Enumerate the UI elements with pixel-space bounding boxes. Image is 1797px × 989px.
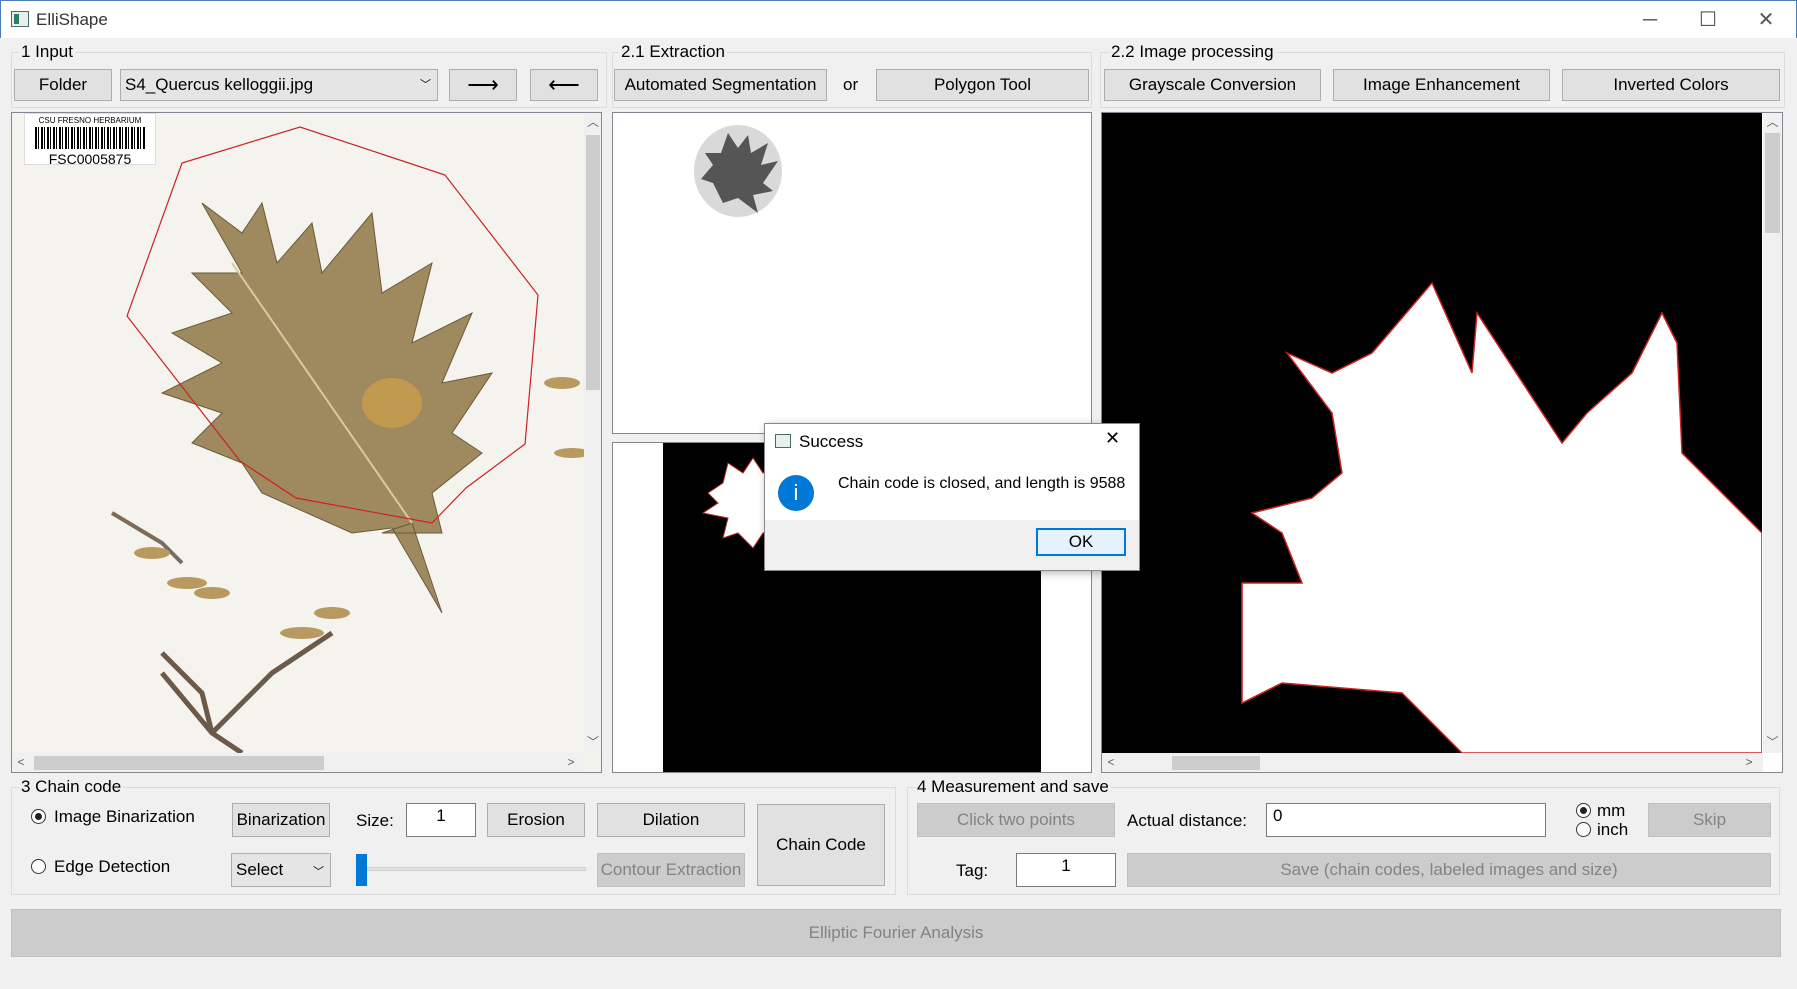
save-button[interactable]: Save (chain codes, labeled images and si… — [1127, 853, 1771, 887]
success-dialog: Success ✕ i Chain code is closed, and le… — [764, 423, 1140, 571]
automated-segmentation-button[interactable]: Automated Segmentation — [614, 69, 827, 101]
image-binarization-label[interactable]: Image Binarization — [54, 807, 195, 827]
input-horizontal-scrollbar[interactable]: < > — [12, 753, 584, 772]
chain-code-button[interactable]: Chain Code — [757, 804, 885, 886]
scroll-thumb[interactable] — [34, 756, 324, 770]
erosion-button[interactable]: Erosion — [487, 803, 585, 837]
input-group-label: 1 Input — [19, 42, 75, 62]
input-vertical-scrollbar[interactable]: ︿ ﹀ — [584, 113, 601, 753]
processing-vertical-scrollbar[interactable]: ︿ ﹀ — [1763, 113, 1782, 753]
dialog-close-icon[interactable]: ✕ — [1105, 428, 1120, 449]
previous-image-button[interactable]: ⟵ — [530, 69, 598, 101]
scroll-thumb[interactable] — [1172, 756, 1260, 770]
chain-code-group-label: 3 Chain code — [19, 777, 124, 797]
inverted-colors-button[interactable]: Inverted Colors — [1562, 69, 1780, 101]
unit-mm-radio[interactable] — [1576, 803, 1591, 818]
tag-input[interactable]: 1 — [1016, 853, 1116, 887]
scroll-thumb[interactable] — [1765, 133, 1780, 233]
close-button[interactable]: ✕ — [1737, 1, 1795, 39]
processing-group-label: 2.2 Image processing — [1109, 42, 1276, 62]
barcode-org-text: CSU FRESNO HERBARIUM — [38, 116, 142, 125]
next-image-button[interactable]: ⟶ — [449, 69, 517, 101]
barcode-id-text: FSC0005875 — [48, 151, 132, 167]
app-icon — [11, 11, 29, 27]
herbarium-specimen-image — [12, 113, 584, 753]
processed-binary-image — [1102, 113, 1762, 753]
input-image-panel[interactable]: CSU FRESNO HERBARIUM FSC0005875 ︿ ﹀ < > — [11, 112, 602, 773]
window-title: ElliShape — [36, 10, 108, 29]
specimen-barcode-label: CSU FRESNO HERBARIUM FSC0005875 — [24, 113, 156, 167]
dilation-button[interactable]: Dilation — [597, 803, 745, 837]
scroll-thumb[interactable] — [586, 135, 600, 390]
maximize-button[interactable]: ☐ — [1679, 1, 1737, 39]
polygon-tool-button[interactable]: Polygon Tool — [876, 69, 1089, 101]
image-enhancement-button[interactable]: Image Enhancement — [1333, 69, 1550, 101]
processing-image-panel[interactable]: ︿ ﹀ < > — [1101, 112, 1783, 773]
scroll-down-icon[interactable]: ﹀ — [584, 733, 601, 750]
dialog-message: Chain code is closed, and length is 9588 — [838, 475, 1126, 492]
size-input[interactable]: 1 — [406, 803, 476, 837]
edge-method-select[interactable]: Select ﹀ — [231, 853, 331, 887]
scroll-right-icon[interactable]: > — [564, 755, 578, 769]
or-label: or — [843, 75, 859, 94]
ok-button[interactable]: OK — [1036, 528, 1126, 556]
chevron-down-icon: ﹀ — [313, 866, 324, 878]
scroll-left-icon[interactable]: < — [14, 755, 28, 769]
edge-method-value: Select — [236, 860, 284, 879]
unit-mm-label[interactable]: mm — [1597, 801, 1625, 821]
unit-inch-label[interactable]: inch — [1597, 820, 1628, 840]
dialog-button-bar: OK — [765, 520, 1139, 570]
edge-detection-label[interactable]: Edge Detection — [54, 857, 170, 877]
folder-button[interactable]: Folder — [14, 69, 112, 101]
elliptic-fourier-analysis-button[interactable]: Elliptic Fourier Analysis — [11, 909, 1781, 957]
scroll-left-icon[interactable]: < — [1104, 755, 1118, 769]
file-select[interactable]: S4_Quercus kelloggii.jpg ﹀ — [120, 69, 438, 101]
unit-inch-radio[interactable] — [1576, 822, 1591, 837]
file-select-value: S4_Quercus kelloggii.jpg — [125, 75, 314, 94]
scroll-right-icon[interactable]: > — [1742, 755, 1756, 769]
click-two-points-button[interactable]: Click two points — [917, 803, 1115, 837]
threshold-slider-handle[interactable] — [356, 854, 367, 886]
minimize-button[interactable]: ─ — [1621, 1, 1679, 39]
extraction-group-label: 2.1 Extraction — [619, 42, 727, 62]
binarization-button[interactable]: Binarization — [232, 803, 330, 837]
actual-distance-input[interactable]: 0 — [1266, 803, 1546, 837]
barcode-icon — [35, 127, 145, 149]
chevron-down-icon: ﹀ — [420, 79, 431, 91]
measurement-group-label: 4 Measurement and save — [915, 777, 1111, 797]
contour-extraction-button[interactable]: Contour Extraction — [597, 853, 745, 887]
threshold-slider-track[interactable] — [356, 867, 586, 871]
skip-button[interactable]: Skip — [1648, 803, 1771, 837]
grayscale-conversion-button[interactable]: Grayscale Conversion — [1104, 69, 1321, 101]
size-label: Size: — [356, 811, 394, 830]
scroll-down-icon[interactable]: ﹀ — [1763, 733, 1782, 750]
tag-label: Tag: — [956, 861, 989, 880]
actual-distance-label: Actual distance: — [1127, 811, 1248, 830]
scroll-up-icon[interactable]: ︿ — [584, 113, 601, 131]
processing-horizontal-scrollbar[interactable]: < > — [1102, 753, 1763, 772]
title-bar: ElliShape ─ ☐ ✕ — [0, 0, 1797, 38]
extracted-leaf-thumbnail — [694, 125, 782, 217]
dialog-app-icon — [775, 434, 791, 448]
edge-detection-radio[interactable] — [31, 859, 46, 874]
scroll-up-icon[interactable]: ︿ — [1763, 113, 1782, 131]
info-icon: i — [778, 475, 814, 511]
image-binarization-radio[interactable] — [31, 809, 46, 824]
dialog-title: Success — [799, 432, 864, 451]
extraction-preview-panel[interactable] — [612, 112, 1092, 434]
